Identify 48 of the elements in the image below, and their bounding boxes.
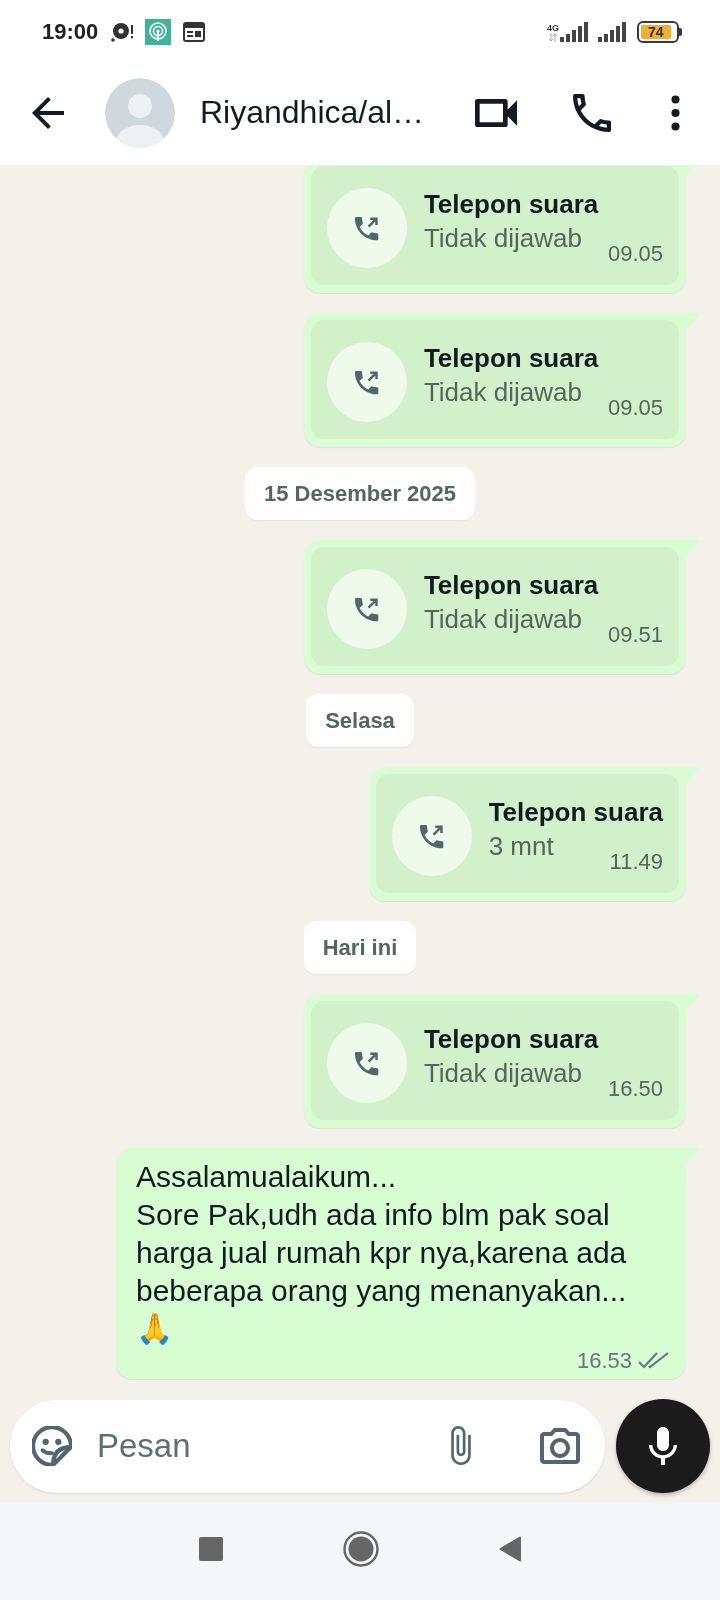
phone-icon[interactable] <box>573 93 611 132</box>
date-separator: Selasa <box>306 694 414 747</box>
call-status: Tidak dijawab <box>423 222 582 255</box>
message-field[interactable]: Pesan <box>10 1399 605 1493</box>
call-title: Telepon suara <box>423 188 600 221</box>
contact-name[interactable]: Riyandhica/al… <box>200 94 475 131</box>
camera-icon[interactable] <box>540 1428 580 1464</box>
date-separator: Hari ini <box>303 921 417 974</box>
network-type: 4G <box>547 23 559 33</box>
disc-alert-icon <box>111 22 134 42</box>
date-separator: 15 Desember 2025 <box>245 467 475 520</box>
video-camera-icon[interactable] <box>475 98 517 127</box>
back-arrow-icon[interactable] <box>32 96 64 129</box>
message-time: 16.53 <box>576 1348 632 1374</box>
newspaper-icon <box>183 22 206 42</box>
call-title: Telepon suara <box>488 796 663 829</box>
call-status: 3 mnt <box>488 830 554 863</box>
broadcast-app-icon <box>145 19 172 45</box>
message-time: 09.05 <box>607 394 663 422</box>
signal-icon <box>598 22 626 42</box>
data-arrows-icon <box>549 33 557 42</box>
battery-percentage: 74 <box>641 25 671 39</box>
message-time: 09.05 <box>607 240 663 268</box>
call-status: Tidak dijawab <box>423 376 582 409</box>
call-title: Telepon suara <box>423 1023 600 1056</box>
message-time: 09.51 <box>607 621 663 649</box>
call-status: Tidak dijawab <box>423 603 582 636</box>
voice-message-button[interactable] <box>616 1399 710 1493</box>
call-status: Tidak dijawab <box>423 1057 582 1090</box>
call-card[interactable]: Telepon suara Tidak dijawab 09.05 <box>310 320 679 439</box>
call-title: Telepon suara <box>423 569 600 602</box>
message-input[interactable]: Pesan <box>97 1424 440 1468</box>
call-card[interactable]: Telepon suara Tidak dijawab 09.05 <box>310 166 679 285</box>
message-time: 16.50 <box>607 1075 663 1103</box>
message-text: Assalamualaikum... Sore Pak,udh ada info blm pak soal harga jual rumah kpr nya,karena ada beberapa orang yang menanyakan... 🙏 <box>136 1159 628 1347</box>
call-card[interactable]: Telepon suara Tidak dijawab 16.50 <box>310 1001 679 1120</box>
paperclip-icon[interactable] <box>450 1426 472 1466</box>
message-time: 11.49 <box>609 848 663 876</box>
microphone-icon <box>649 1427 677 1465</box>
back-icon[interactable] <box>499 1536 521 1562</box>
home-icon[interactable] <box>343 1531 379 1567</box>
status-time: 19:00 <box>42 19 99 45</box>
call-title: Telepon suara <box>423 342 600 375</box>
signal-icon <box>560 22 588 42</box>
more-options-icon[interactable] <box>671 94 680 131</box>
sticker-icon[interactable] <box>32 1426 72 1466</box>
call-card[interactable]: Telepon suara 3 mnt 11.49 <box>375 774 679 893</box>
call-card[interactable]: Telepon suara Tidak dijawab 09.51 <box>310 547 679 666</box>
